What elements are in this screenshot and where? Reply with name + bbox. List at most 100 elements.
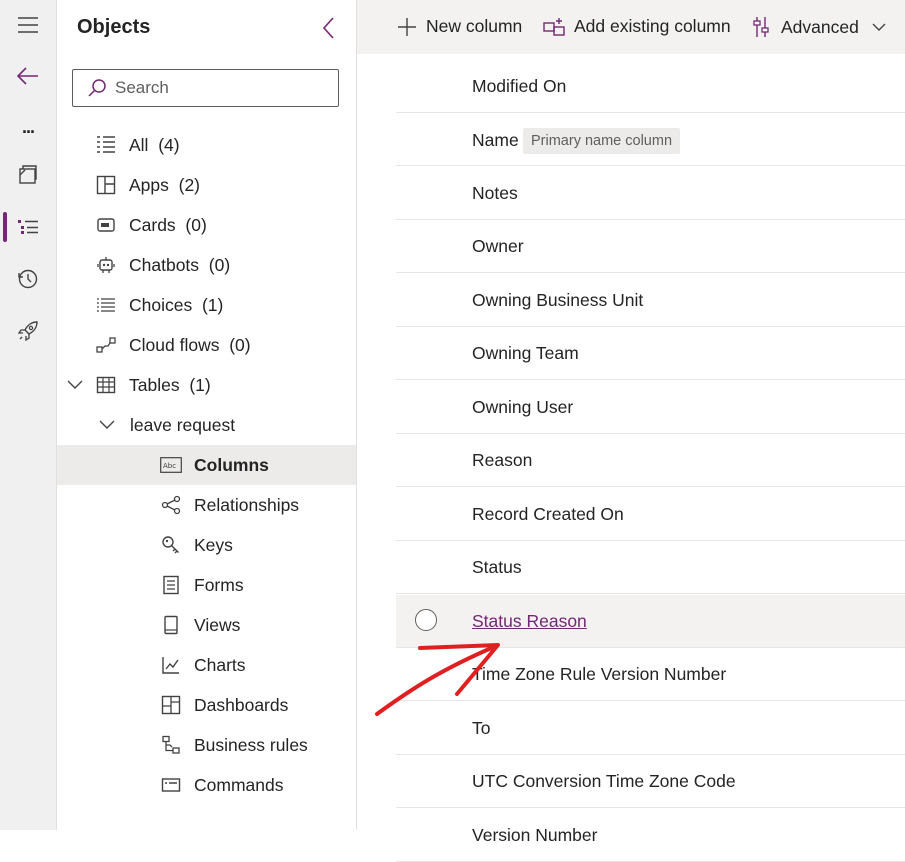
column-row[interactable]: UTC Conversion Time Zone Code: [396, 755, 905, 808]
choices-icon: [95, 294, 117, 316]
tree-item-label: Dashboards: [194, 694, 289, 715]
left-rail: ...: [0, 0, 57, 830]
new-column-button[interactable]: New column: [397, 16, 522, 37]
hamburger-menu-icon[interactable]: [0, 5, 56, 45]
tree-item-keys[interactable]: Keys: [57, 525, 356, 565]
column-name[interactable]: Owner: [472, 236, 524, 257]
relationships-icon: [160, 494, 182, 516]
back-arrow-icon[interactable]: [0, 56, 56, 96]
tree-item-cloud-flows[interactable]: Cloud flows (0): [57, 325, 356, 365]
primary-name-badge: Primary name column: [523, 128, 681, 154]
cloud-flows-icon: [95, 334, 117, 356]
tree-item-cards[interactable]: Cards (0): [57, 205, 356, 245]
tree-item-label: leave request: [130, 414, 236, 435]
column-name[interactable]: UTC Conversion Time Zone Code: [472, 771, 736, 792]
tree-item-columns[interactable]: Abc Columns: [57, 445, 356, 485]
column-name[interactable]: To: [472, 718, 490, 739]
column-row[interactable]: Notes: [396, 167, 905, 220]
tree-item-views[interactable]: Views: [57, 605, 356, 645]
tree-item-label: Keys: [194, 534, 233, 555]
column-row-hovered[interactable]: Status Reason: [396, 595, 905, 648]
advanced-button[interactable]: Advanced: [752, 16, 887, 38]
column-row[interactable]: Reason: [396, 434, 905, 487]
column-row[interactable]: Version Number: [396, 809, 905, 862]
column-name[interactable]: Time Zone Rule Version Number: [472, 664, 726, 685]
rocket-icon[interactable]: [0, 311, 56, 351]
all-list-icon: [95, 134, 117, 156]
column-row[interactable]: Record Created On: [396, 488, 905, 541]
objects-title: Objects: [77, 16, 151, 38]
tree-item-commands[interactable]: Commands: [57, 765, 356, 805]
charts-icon: [160, 654, 182, 676]
column-name[interactable]: Reason: [472, 450, 532, 471]
tree-item-apps[interactable]: Apps (2): [57, 165, 356, 205]
tree-item-business-rules[interactable]: Business rules: [57, 725, 356, 765]
column-name-link[interactable]: Status Reason: [472, 611, 587, 632]
command-bar: New column Add existing column Advanced: [357, 0, 905, 54]
column-name[interactable]: Owning User: [472, 397, 573, 418]
tree-item-dashboards[interactable]: Dashboards: [57, 685, 356, 725]
column-row[interactable]: Owner: [396, 220, 905, 273]
column-row[interactable]: To: [396, 702, 905, 755]
views-icon: [160, 614, 182, 636]
column-row[interactable]: Modified On: [396, 60, 905, 113]
tree-item-tables[interactable]: Tables (1): [57, 365, 356, 405]
tree-item-chatbots[interactable]: Chatbots (0): [57, 245, 356, 285]
column-name[interactable]: Name: [472, 130, 519, 151]
add-existing-icon: [543, 17, 565, 36]
tree-item-relationships[interactable]: Relationships: [57, 485, 356, 525]
business-rules-icon: [160, 734, 182, 756]
search-input[interactable]: Search: [72, 69, 339, 107]
more-label: ...: [21, 116, 35, 137]
new-column-label: New column: [426, 16, 523, 36]
column-name[interactable]: Notes: [472, 183, 518, 204]
tree-item-choices[interactable]: Choices (1): [57, 285, 356, 325]
tree-item-label: Columns: [194, 454, 269, 475]
tree-item-label: Business rules: [194, 734, 308, 755]
column-name[interactable]: Status: [472, 557, 522, 578]
tree-item-label: Forms: [194, 574, 244, 595]
history-icon[interactable]: [0, 259, 56, 299]
column-name[interactable]: Version Number: [472, 825, 597, 846]
column-name[interactable]: Modified On: [472, 76, 566, 97]
table-icon: [95, 374, 117, 396]
tree-item-leave-request[interactable]: leave request: [57, 405, 356, 445]
column-row[interactable]: Time Zone Rule Version Number: [396, 648, 905, 701]
row-select-radio[interactable]: [415, 609, 437, 631]
column-name[interactable]: Record Created On: [472, 504, 624, 525]
forms-icon: [160, 574, 182, 596]
column-row[interactable]: Owning User: [396, 381, 905, 434]
column-row[interactable]: Owning Team: [396, 327, 905, 380]
tree-item-label: Chatbots (0): [129, 254, 231, 275]
column-row[interactable]: Owning Business Unit: [396, 274, 905, 327]
column-name[interactable]: Owning Business Unit: [472, 290, 643, 311]
tree-item-label: Relationships: [194, 494, 300, 515]
objects-panel: Objects Search All (4) Apps (2) Cards (0…: [57, 0, 357, 830]
column-name[interactable]: Owning Team: [472, 343, 579, 364]
objects-list-icon[interactable]: [0, 207, 56, 247]
chevron-down-icon[interactable]: [99, 417, 115, 433]
more-icon[interactable]: ...: [0, 110, 56, 150]
chevron-down-icon: [872, 23, 886, 31]
dashboards-icon: [160, 694, 182, 716]
tree-item-label: Views: [194, 614, 241, 635]
keys-icon: [160, 534, 182, 556]
tree-item-label: Choices (1): [129, 294, 224, 315]
tree-item-label: Cards (0): [129, 214, 207, 235]
chevron-down-icon[interactable]: [67, 377, 83, 393]
tree-item-forms[interactable]: Forms: [57, 565, 356, 605]
search-icon: [87, 78, 107, 98]
tree-item-charts[interactable]: Charts: [57, 645, 356, 685]
add-existing-column-label: Add existing column: [574, 16, 731, 36]
apps-icon: [95, 174, 117, 196]
collapse-panel-chevron-icon[interactable]: [319, 16, 339, 40]
tree-item-label: Charts: [194, 654, 246, 675]
column-row[interactable]: Status: [396, 541, 905, 594]
add-existing-column-button[interactable]: Add existing column: [543, 16, 731, 37]
tree-item-label: Commands: [194, 774, 284, 795]
tree-item-label: Cloud flows (0): [129, 334, 251, 355]
tree-item-all[interactable]: All (4): [57, 125, 356, 165]
tree-item-label: Apps (2): [129, 174, 201, 195]
overview-icon[interactable]: [0, 155, 56, 195]
svg-text:Abc: Abc: [163, 462, 176, 470]
